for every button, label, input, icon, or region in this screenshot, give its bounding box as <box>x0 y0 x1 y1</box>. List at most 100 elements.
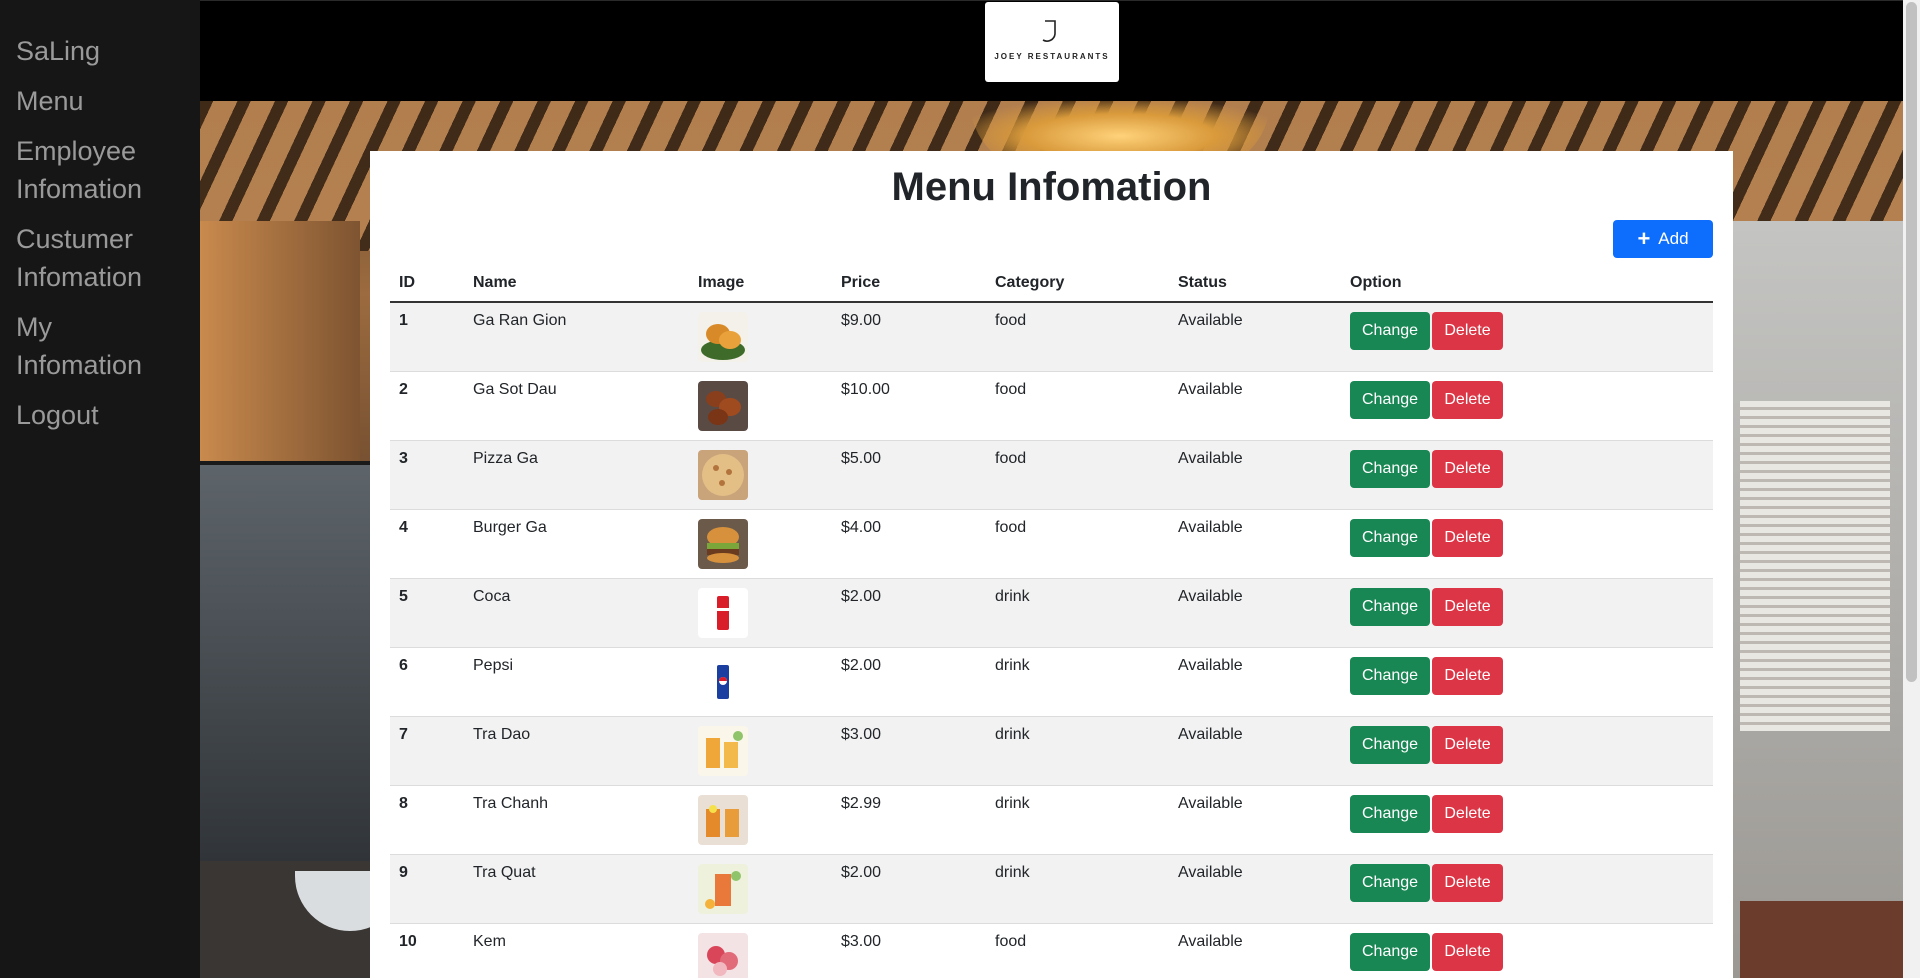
change-button[interactable]: Change <box>1350 657 1430 695</box>
cell-status: Available <box>1169 716 1341 786</box>
change-button[interactable]: Change <box>1350 588 1430 626</box>
cell-option: Change Delete <box>1341 509 1713 579</box>
cell-price: $2.99 <box>832 785 986 855</box>
cell-category: food <box>986 302 1169 372</box>
column-header-name: Name <box>464 265 689 303</box>
cell-status: Available <box>1169 923 1341 978</box>
menu-table: ID Name Image Price Category Status Opti… <box>390 265 1713 978</box>
cell-category: food <box>986 371 1169 441</box>
cell-id: 5 <box>390 578 464 648</box>
delete-button[interactable]: Delete <box>1432 450 1503 488</box>
cell-price: $3.00 <box>832 923 986 978</box>
table-row: 7 Tra Dao $3.00 drink Available Change Delete <box>390 716 1713 786</box>
cell-image <box>689 647 832 717</box>
cell-image <box>689 509 832 579</box>
cell-id: 1 <box>390 302 464 372</box>
change-button[interactable]: Change <box>1350 312 1430 350</box>
cell-price: $2.00 <box>832 854 986 924</box>
cell-name: Tra Chanh <box>464 785 689 855</box>
coca-can-thumbnail <box>698 588 748 638</box>
cell-status: Available <box>1169 302 1341 372</box>
cell-option: Change Delete <box>1341 647 1713 717</box>
cell-price: $3.00 <box>832 716 986 786</box>
fried-chicken-thumbnail <box>698 312 748 362</box>
cell-price: $4.00 <box>832 509 986 579</box>
table-row: 1 Ga Ran Gion $9.00 food Available Change Dele… <box>390 302 1713 372</box>
cell-image <box>689 716 832 786</box>
column-header-option: Option <box>1341 265 1713 303</box>
sidebar-item-employee-infomation[interactable]: Employee Infomation <box>0 126 200 214</box>
cell-name: Ga Sot Dau <box>464 371 689 441</box>
cell-price: $2.00 <box>832 578 986 648</box>
sidebar-item-custumer-infomation[interactable]: Custumer Infomation <box>0 214 200 302</box>
page-scrollbar[interactable] <box>1903 0 1920 978</box>
change-button[interactable]: Change <box>1350 726 1430 764</box>
cell-name: Burger Ga <box>464 509 689 579</box>
top-header: JOEY RESTAURANTS <box>200 0 1903 101</box>
cell-option: Change Delete <box>1341 785 1713 855</box>
cell-id: 4 <box>390 509 464 579</box>
column-header-id: ID <box>390 265 464 303</box>
cell-price: $10.00 <box>832 371 986 441</box>
add-button[interactable]: + Add <box>1613 220 1713 258</box>
pepsi-can-thumbnail <box>698 657 748 707</box>
delete-button[interactable]: Delete <box>1432 657 1503 695</box>
delete-button[interactable]: Delete <box>1432 588 1503 626</box>
cell-name: Kem <box>464 923 689 978</box>
sidebar-item-menu[interactable]: Menu <box>0 76 200 126</box>
scrollbar-thumb[interactable] <box>1906 2 1917 682</box>
cell-name: Pizza Ga <box>464 440 689 510</box>
delete-button[interactable]: Delete <box>1432 312 1503 350</box>
delete-button[interactable]: Delete <box>1432 726 1503 764</box>
kumquat-tea-thumbnail <box>698 864 748 914</box>
sidebar-item-saling[interactable]: SaLing <box>0 26 200 76</box>
change-button[interactable]: Change <box>1350 450 1430 488</box>
restaurant-logo[interactable]: JOEY RESTAURANTS <box>985 2 1119 82</box>
cell-status: Available <box>1169 647 1341 717</box>
glass-partition <box>200 461 370 881</box>
toolbar: + Add <box>390 213 1713 265</box>
sidebar-item-my-infomation[interactable]: My Infomation <box>0 302 200 390</box>
cell-category: drink <box>986 647 1169 717</box>
change-button[interactable]: Change <box>1350 795 1430 833</box>
delete-button[interactable]: Delete <box>1432 381 1503 419</box>
table-row: 3 Pizza Ga $5.00 food Available Change Delete <box>390 440 1713 510</box>
sidebar: SaLing Menu Employee Infomation Custumer… <box>0 0 200 978</box>
booth-seating <box>1740 901 1903 978</box>
table-row: 10 Kem $3.00 food Available Change Delete <box>390 923 1713 978</box>
cell-category: drink <box>986 785 1169 855</box>
cell-id: 10 <box>390 923 464 978</box>
cell-name: Tra Dao <box>464 716 689 786</box>
change-button[interactable]: Change <box>1350 519 1430 557</box>
cell-id: 7 <box>390 716 464 786</box>
cell-image <box>689 371 832 441</box>
cell-option: Change Delete <box>1341 716 1713 786</box>
cell-image <box>689 578 832 648</box>
cell-name: Pepsi <box>464 647 689 717</box>
delete-button[interactable]: Delete <box>1432 795 1503 833</box>
change-button[interactable]: Change <box>1350 933 1430 971</box>
cell-id: 2 <box>390 371 464 441</box>
cell-image <box>689 854 832 924</box>
sidebar-item-logout[interactable]: Logout <box>0 390 200 440</box>
menu-card: Menu Infomation + Add ID Name Image Pric… <box>370 151 1733 978</box>
cell-status: Available <box>1169 854 1341 924</box>
cell-image <box>689 785 832 855</box>
cell-category: food <box>986 923 1169 978</box>
logo-text: JOEY RESTAURANTS <box>994 52 1110 61</box>
cell-option: Change Delete <box>1341 371 1713 441</box>
cell-status: Available <box>1169 371 1341 441</box>
table-row: 4 Burger Ga $4.00 food Available Change Delete <box>390 509 1713 579</box>
table-body: 1 Ga Ran Gion $9.00 food Available Change Dele… <box>390 302 1713 978</box>
delete-button[interactable]: Delete <box>1432 864 1503 902</box>
cell-category: drink <box>986 716 1169 786</box>
table-row: 8 Tra Chanh $2.99 drink Available Change Delet… <box>390 785 1713 855</box>
delete-button[interactable]: Delete <box>1432 933 1503 971</box>
cell-image <box>689 923 832 978</box>
change-button[interactable]: Change <box>1350 381 1430 419</box>
change-button[interactable]: Change <box>1350 864 1430 902</box>
cell-name: Tra Quat <box>464 854 689 924</box>
burger-thumbnail <box>698 519 748 569</box>
cell-price: $2.00 <box>832 647 986 717</box>
delete-button[interactable]: Delete <box>1432 519 1503 557</box>
